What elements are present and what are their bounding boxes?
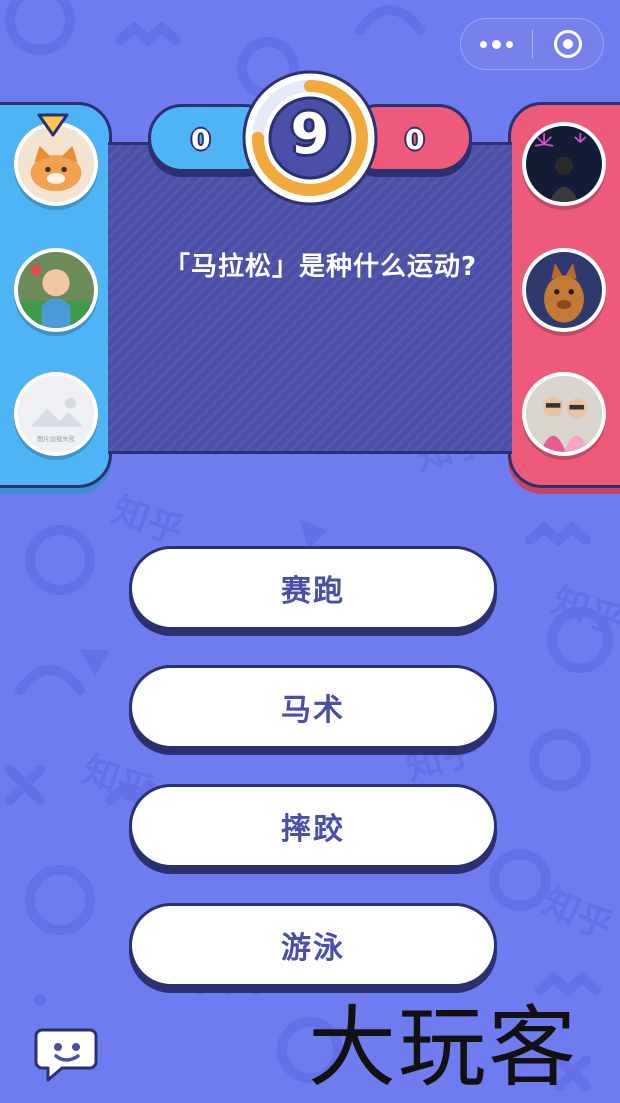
kids-photo-icon — [526, 376, 602, 452]
answer-option-1[interactable]: 赛跑 — [129, 546, 497, 630]
avatar-left-2[interactable] — [14, 248, 98, 332]
svg-text:知乎: 知乎 — [107, 490, 189, 553]
baby-photo-icon — [18, 252, 94, 328]
answer-option-3[interactable]: 摔跤 — [129, 784, 497, 868]
avatar-right-3[interactable] — [522, 372, 606, 456]
placeholder-caption: 图片加载失败 — [37, 434, 76, 443]
cartoon-animal-icon — [526, 252, 602, 328]
countdown-timer: 9 — [240, 68, 380, 208]
more-dots-icon[interactable] — [461, 18, 532, 70]
avatar-left-3[interactable]: 图片加载失败 — [14, 372, 98, 456]
svg-text:知乎: 知乎 — [536, 881, 619, 949]
question-text: 「马拉松」是种什么运动? — [164, 252, 478, 282]
fireworks-person-icon — [526, 126, 602, 202]
chat-bubble-icon[interactable] — [34, 1020, 98, 1084]
answer-option-4[interactable]: 游泳 — [129, 903, 497, 987]
avatar-right-2[interactable] — [522, 248, 606, 332]
left-score-value: 0 — [191, 123, 211, 156]
answer-option-2[interactable]: 马术 — [129, 665, 497, 749]
current-player-indicator-icon — [37, 113, 69, 137]
right-score-value: 0 — [405, 123, 425, 156]
target-circle-icon[interactable] — [533, 18, 604, 70]
miniprogram-capsule — [460, 18, 604, 70]
placeholder-image-icon: 图片加载失败 — [18, 376, 94, 452]
timer-value: 9 — [290, 102, 330, 167]
watermark-text: 大玩客 — [308, 998, 579, 1099]
avatar-right-1[interactable] — [522, 122, 606, 206]
